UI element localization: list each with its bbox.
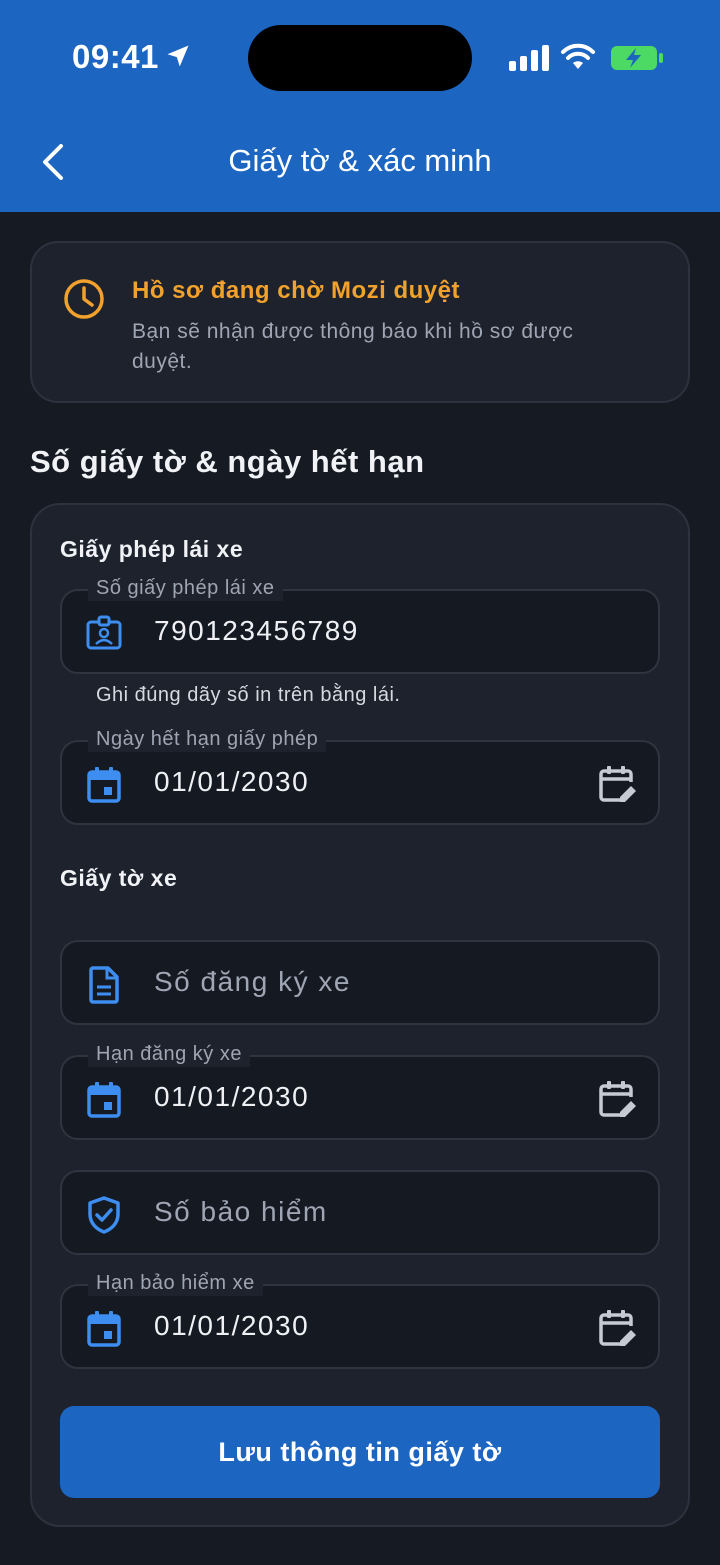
app-header: 09:41 Giấy tờ & xác minh (0, 0, 720, 212)
field-label: Hạn bảo hiểm xe (88, 1270, 263, 1296)
dynamic-island (248, 25, 472, 91)
helper-text: Ghi đúng dãy số in trên bằng lái. (96, 684, 401, 706)
license-number-field[interactable]: Số giấy phép lái xe 790123456789 (60, 575, 660, 674)
field-label: Hạn đăng ký xe (88, 1041, 250, 1067)
insurance-expiry-field[interactable]: Hạn bảo hiểm xe 01/01/2030 (60, 1270, 660, 1369)
license-expiry-field[interactable]: Ngày hết hạn giấy phép 01/01/2030 (60, 726, 660, 825)
field-placeholder: Số bảo hiểm (154, 1196, 328, 1227)
field-value: 01/01/2030 (154, 1310, 310, 1341)
calendar-edit-icon[interactable] (596, 1079, 638, 1121)
document-icon (89, 966, 119, 1004)
calendar-edit-icon[interactable] (596, 764, 638, 806)
field-value: 01/01/2030 (154, 766, 310, 797)
field-placeholder: Số đăng ký xe (154, 966, 351, 997)
location-arrow-icon (167, 45, 189, 67)
calendar-icon (87, 767, 121, 803)
calendar-edit-icon[interactable] (596, 1308, 638, 1350)
signal-icon (509, 45, 549, 71)
registration-expiry-field[interactable]: Hạn đăng ký xe 01/01/2030 (60, 1041, 660, 1140)
shield-check-icon (88, 1196, 120, 1234)
save-documents-button[interactable]: Lưu thông tin giấy tờ (60, 1406, 660, 1498)
status-time: 09:41 (72, 38, 159, 75)
battery-charging-icon (611, 46, 663, 70)
id-card-icon (86, 615, 122, 650)
calendar-icon (87, 1311, 121, 1347)
license-group-label: Giấy phép lái xe (60, 536, 244, 562)
field-value: 01/01/2030 (154, 1081, 310, 1112)
field-label: Số giấy phép lái xe (88, 575, 283, 601)
wifi-icon (561, 43, 595, 69)
notice-text: Bạn sẽ nhận được thông báo khi hồ sơ đượ… (132, 320, 574, 373)
registration-number-field[interactable]: Số đăng ký xe (60, 940, 660, 1025)
pending-review-notice: Hồ sơ đang chờ Mozi duyệt Bạn sẽ nhận đư… (30, 241, 690, 403)
field-value: 790123456789 (154, 615, 359, 646)
field-label: Ngày hết hạn giấy phép (88, 726, 327, 752)
calendar-icon (87, 1082, 121, 1118)
notice-title: Hồ sơ đang chờ Mozi duyệt (132, 277, 460, 304)
page-title: Giấy tờ & xác minh (228, 143, 492, 178)
clock-icon (64, 279, 104, 319)
section-title: Số giấy tờ & ngày hết hạn (30, 444, 425, 479)
vehicle-group-label: Giấy tờ xe (60, 865, 178, 891)
insurance-number-field[interactable]: Số bảo hiểm (60, 1170, 660, 1255)
